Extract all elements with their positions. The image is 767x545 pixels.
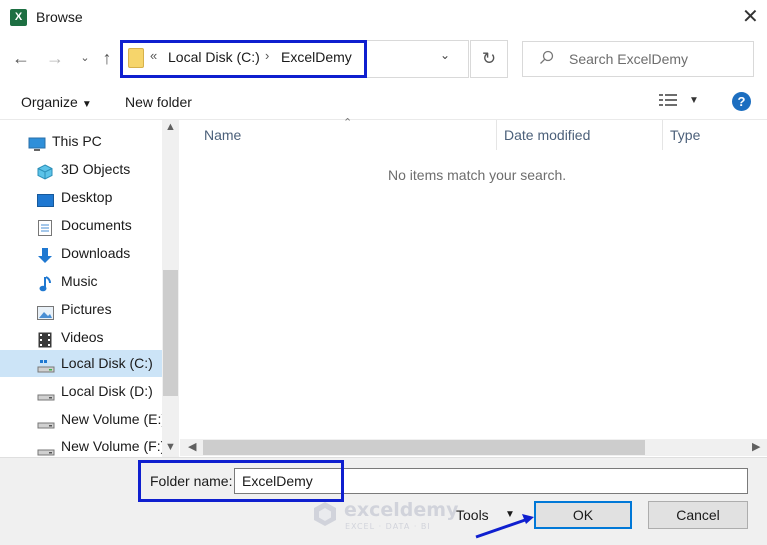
folder-name-highlight-box <box>138 460 344 502</box>
nav-item-videos[interactable]: Videos <box>0 324 162 351</box>
content-hscrollbar-thumb[interactable] <box>203 440 645 455</box>
watermark-tagline: EXCEL · DATA · BI <box>345 522 431 531</box>
column-divider[interactable] <box>496 120 497 150</box>
drive-icon <box>37 384 55 401</box>
this-pc-icon <box>28 134 46 151</box>
drive-icon <box>37 356 55 373</box>
nav-item-label: 3D Objects <box>61 161 131 177</box>
nav-item-pictures[interactable]: Pictures <box>0 296 162 323</box>
window-title: Browse <box>36 9 83 25</box>
nav-item-label: Pictures <box>61 301 112 317</box>
nav-item-local-disk-d[interactable]: Local Disk (D:) <box>0 378 162 405</box>
nav-item-music[interactable]: Music <box>0 268 162 295</box>
column-divider[interactable] <box>662 120 663 150</box>
nav-item-new-volume-f[interactable]: New Volume (F:) <box>0 433 166 460</box>
recent-locations-chevron-icon[interactable]: ⌄ <box>74 46 96 70</box>
new-folder-button[interactable]: New folder <box>125 94 192 110</box>
column-header-name[interactable]: Name <box>204 127 241 143</box>
nav-item-desktop[interactable]: Desktop <box>0 184 162 211</box>
nav-item-label: Desktop <box>61 189 113 205</box>
close-icon[interactable]: ✕ <box>742 6 759 28</box>
drive-icon <box>37 412 55 429</box>
nav-item-label: Local Disk (D:) <box>61 383 153 399</box>
music-icon <box>38 274 54 292</box>
scroll-left-icon[interactable]: ◀ <box>188 440 196 453</box>
nav-item-label: New Volume (F:) <box>61 438 166 454</box>
scroll-up-icon[interactable]: ▲ <box>165 121 176 133</box>
nav-item-label: This PC <box>52 133 102 149</box>
organize-label: Organize <box>21 94 78 110</box>
organize-button[interactable]: Organize ▼ <box>21 94 92 110</box>
nav-item-local-disk-c[interactable]: Local Disk (C:) <box>0 350 162 377</box>
nav-item-3d-objects[interactable]: 3D Objects <box>0 156 162 183</box>
view-options-icon[interactable] <box>659 93 677 107</box>
sort-ascending-icon: ⌃ <box>343 117 353 129</box>
videos-icon <box>38 330 54 348</box>
search-icon <box>539 50 554 68</box>
nav-scrollbar-thumb[interactable] <box>163 270 178 396</box>
chevron-down-icon: ▼ <box>81 99 92 110</box>
column-header-type[interactable]: Type <box>670 127 700 143</box>
nav-item-label: New Volume (E:) <box>61 411 167 427</box>
downloads-icon <box>37 246 53 263</box>
nav-item-label: Downloads <box>61 245 131 261</box>
nav-item-label: Music <box>61 273 98 289</box>
cancel-button[interactable]: Cancel <box>648 501 748 529</box>
nav-item-label: Documents <box>61 217 132 233</box>
navigation-pane: This PC 3D Objects Desktop Documents Dow… <box>0 120 180 457</box>
nav-item-documents[interactable]: Documents <box>0 212 162 239</box>
refresh-icon[interactable]: ↻ <box>470 40 508 78</box>
address-dropdown-icon[interactable]: ⌄ <box>440 48 450 62</box>
scroll-down-icon[interactable]: ▼ <box>165 441 176 453</box>
excel-app-icon: X <box>10 9 27 26</box>
back-arrow-icon[interactable]: ← <box>10 46 32 70</box>
up-arrow-icon[interactable]: ↑ <box>96 46 118 70</box>
nav-item-label: Videos <box>61 329 104 345</box>
empty-results-message: No items match your search. <box>388 167 567 183</box>
nav-item-this-pc[interactable]: This PC <box>0 128 162 155</box>
pictures-icon <box>37 302 54 320</box>
nav-item-downloads[interactable]: Downloads <box>0 240 162 267</box>
nav-item-label: Local Disk (C:) <box>61 355 153 371</box>
search-placeholder[interactable]: Search ExcelDemy <box>569 51 688 67</box>
view-dropdown-icon[interactable]: ▼ <box>689 95 699 106</box>
address-highlight-box <box>120 40 367 78</box>
drive-icon <box>37 439 55 456</box>
title-bar <box>0 0 767 36</box>
annotation-arrow-icon <box>475 514 534 539</box>
desktop-icon <box>37 190 54 207</box>
exceldemy-watermark: exceldemy EXCEL · DATA · BI <box>312 497 462 537</box>
exceldemy-logo-icon <box>312 501 338 527</box>
watermark-name: exceldemy <box>344 499 459 521</box>
ok-button[interactable]: OK <box>534 501 632 529</box>
scroll-right-icon[interactable]: ▶ <box>752 440 760 453</box>
forward-arrow-icon[interactable]: → <box>44 46 66 70</box>
3d-objects-icon <box>37 162 53 180</box>
column-header-date-modified[interactable]: Date modified <box>504 127 590 143</box>
documents-icon <box>38 218 54 236</box>
nav-item-new-volume-e[interactable]: New Volume (E:) <box>0 406 166 433</box>
help-icon[interactable]: ? <box>732 92 751 111</box>
